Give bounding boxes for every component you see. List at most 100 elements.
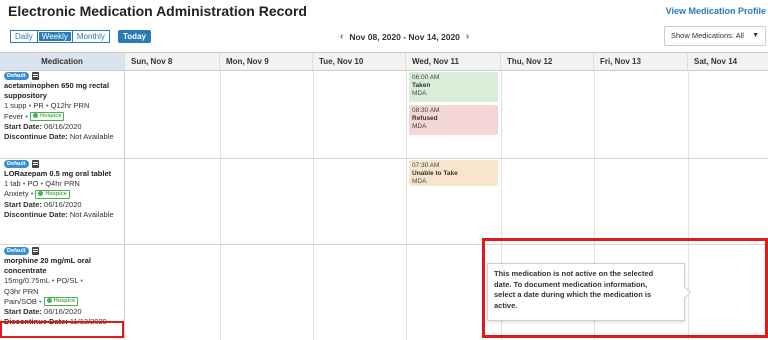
- admin-time: 06:00 AM: [412, 74, 440, 81]
- column-divider: [220, 71, 221, 340]
- start-date-label: Start Date:: [4, 199, 42, 209]
- admin-status: Unable to Take: [412, 170, 458, 177]
- start-date-label: Start Date:: [4, 121, 42, 131]
- indication: Pain/SOB: [4, 296, 37, 306]
- admin-status: Refused: [412, 115, 438, 122]
- administration-entry-refused[interactable]: 08:30 AM Refused MDA: [409, 105, 498, 135]
- admin-time: 08:30 AM: [412, 107, 440, 114]
- medication-name-cont[interactable]: concentrate: [4, 266, 125, 276]
- column-header-thu[interactable]: Thu, Nov 12: [501, 53, 594, 71]
- start-date-line: Start Date: 06/16/2020: [4, 200, 125, 210]
- check-circle-icon: [33, 113, 38, 119]
- frequency: Q12hr PRN: [50, 101, 90, 111]
- hospice-label: Hospice: [53, 298, 76, 305]
- column-divider: [313, 71, 314, 340]
- column-header-sat[interactable]: Sat, Nov 14: [688, 53, 768, 71]
- column-header-tue[interactable]: Tue, Nov 10: [313, 53, 406, 71]
- admin-by: MDA: [412, 178, 427, 185]
- start-date-value: 06/16/2020: [44, 307, 82, 317]
- column-header-wed[interactable]: Wed, Nov 11: [406, 53, 501, 71]
- hospice-tag: Hospice: [43, 297, 79, 307]
- admin-by: MDA: [412, 123, 427, 130]
- hospice-tag: Hospice: [30, 112, 65, 122]
- medication-row-morphine: Default morphine 20 mg/mL oral concentra…: [4, 247, 125, 327]
- default-badge: Default: [4, 247, 29, 255]
- view-daily-button[interactable]: Daily: [10, 30, 38, 43]
- route: PR: [33, 101, 44, 111]
- chevron-left-icon[interactable]: ‹: [340, 31, 343, 42]
- admin-status: Taken: [412, 82, 431, 89]
- view-toggle: Daily Weekly Monthly: [10, 30, 110, 43]
- column-divider: [406, 71, 407, 340]
- medication-sig: 1 tab • PO • Q4hr PRN: [4, 179, 80, 189]
- show-medications-value: Show Medications: All: [671, 31, 744, 40]
- column-header-mon[interactable]: Mon, Nov 9: [220, 53, 313, 71]
- tooltip-line: This medication is not active on the sel…: [494, 269, 654, 278]
- view-medication-profile-link[interactable]: View Medication Profile: [666, 6, 766, 16]
- medication-row-lorazepam: Default LORazepam 0.5 mg oral tablet 1 t…: [4, 160, 125, 220]
- medication-name[interactable]: morphine 20 mg/mL oral: [4, 256, 125, 266]
- show-medications-select[interactable]: Show Medications: All ▼: [664, 26, 766, 46]
- medication-name[interactable]: LORazepam 0.5 mg oral tablet: [4, 169, 125, 179]
- discontinue-date-label: Discontinue Date:: [4, 132, 68, 142]
- medication-row-acetaminophen: Default acetaminophen 650 mg rectal supp…: [4, 72, 125, 142]
- discontinue-date-value: Not Available: [69, 132, 114, 142]
- tooltip-line: active.: [494, 300, 518, 310]
- frequency: Q3hr PRN: [4, 286, 39, 296]
- indication-line: Anxiety • Hospice: [4, 189, 125, 199]
- hospice-tag: Hospice: [35, 189, 70, 199]
- frequency-line: Q3hr PRN: [4, 287, 125, 297]
- view-monthly-button[interactable]: Monthly: [71, 30, 110, 43]
- indication: Fever: [4, 111, 24, 121]
- medication-sig: 1 supp • PR • Q12hr PRN: [4, 101, 90, 111]
- dose: 1 supp: [4, 101, 27, 111]
- tooltip-line: select a date during which the medicatio…: [494, 290, 652, 299]
- date-range-label: Nov 08, 2020 - Nov 14, 2020: [349, 31, 460, 42]
- hospice-label: Hospice: [40, 113, 62, 120]
- frequency: Q4hr PRN: [45, 179, 80, 189]
- dose: 15mg/0.75mL: [4, 276, 50, 286]
- start-date-label: Start Date:: [4, 307, 42, 317]
- start-date-line: Start Date: 06/16/2020: [4, 122, 125, 132]
- indication-line: Pain/SOB • Hospice: [4, 297, 125, 307]
- route: PO: [27, 179, 39, 189]
- indication: Anxiety: [4, 189, 29, 199]
- default-badge: Default: [4, 72, 29, 80]
- date-navigator: ‹ Nov 08, 2020 - Nov 14, 2020 ›: [340, 31, 469, 42]
- row-divider: [0, 158, 768, 159]
- view-weekly-button[interactable]: Weekly: [36, 30, 73, 43]
- check-circle-icon: [46, 298, 52, 304]
- document-icon[interactable]: [31, 160, 39, 168]
- start-date-value: 06/16/2020: [44, 121, 82, 131]
- column-header-fri[interactable]: Fri, Nov 13: [594, 53, 688, 71]
- route: PO/SL: [56, 276, 79, 286]
- medication-name-cont[interactable]: suppository: [4, 91, 125, 101]
- admin-time: 07:30 AM: [412, 162, 440, 169]
- medication-sig: 15mg/0.75mL • PO/SL •: [4, 276, 83, 286]
- tooltip-line: date. To document medication information…: [494, 279, 648, 289]
- column-header-sun[interactable]: Sun, Nov 8: [125, 53, 220, 71]
- caret-down-icon: ▼: [752, 32, 759, 39]
- today-button[interactable]: Today: [118, 30, 151, 43]
- default-badge: Default: [4, 160, 29, 168]
- admin-by: MDA: [412, 90, 427, 97]
- document-icon[interactable]: [31, 72, 39, 80]
- discontinue-date-line: Discontinue Date: Not Available: [4, 132, 125, 142]
- document-icon[interactable]: [31, 247, 39, 255]
- chevron-right-icon[interactable]: ›: [466, 31, 469, 42]
- indication-line: Fever • Hospice: [4, 112, 125, 122]
- discontinue-date-label: Discontinue Date:: [4, 209, 68, 219]
- inactive-medication-tooltip: This medication is not active on the sel…: [487, 263, 685, 321]
- administration-entry-taken[interactable]: 06:00 AM Taken MDA: [409, 72, 498, 102]
- column-header-medication: Medication: [0, 53, 125, 71]
- medication-name[interactable]: acetaminophen 650 mg rectal: [4, 81, 125, 91]
- dose: 1 tab: [4, 179, 21, 189]
- start-date-line: Start Date: 06/16/2020: [4, 307, 125, 317]
- discontinue-date-line: Discontinue Date: Not Available: [4, 210, 125, 220]
- discontinue-date-highlight: [0, 321, 124, 338]
- check-circle-icon: [38, 190, 44, 196]
- administration-entry-unable[interactable]: 07:30 AM Unable to Take MDA: [409, 160, 498, 186]
- start-date-value: 06/16/2020: [44, 199, 82, 209]
- page-title: Electronic Medication Administration Rec…: [8, 3, 307, 19]
- hospice-label: Hospice: [45, 190, 67, 197]
